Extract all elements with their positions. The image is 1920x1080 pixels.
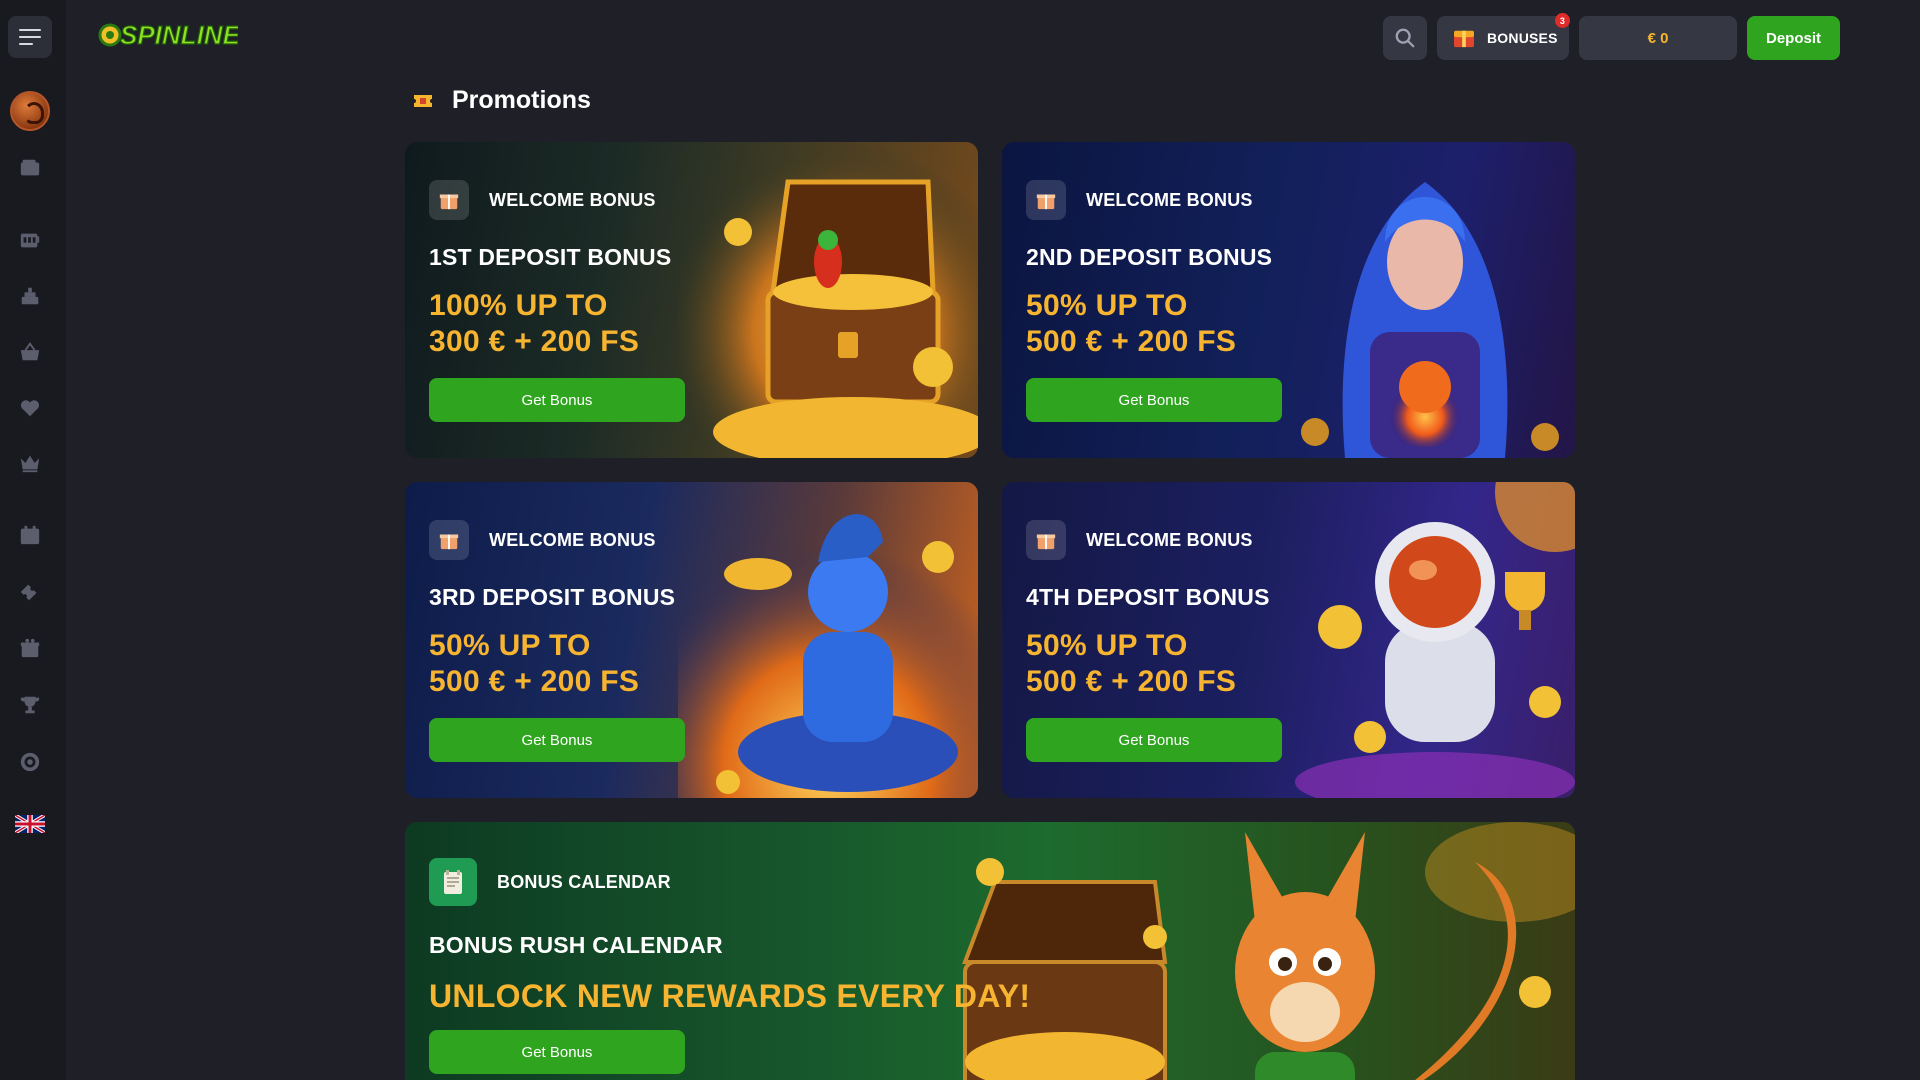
tag-label: WELCOME BONUS	[1086, 529, 1253, 550]
astronaut-artwork	[1295, 482, 1575, 798]
tag-label: WELCOME BONUS	[489, 189, 656, 210]
squirrel-artwork	[962, 822, 1575, 1080]
get-bonus-button[interactable]: Get Bonus	[429, 718, 685, 762]
wallet-icon[interactable]	[18, 157, 42, 179]
trophy-icon[interactable]	[18, 694, 42, 716]
welcome-bonus-tag: WELCOME BONUS	[1026, 520, 1253, 560]
card-offer: 50% UP TO 500 € + 200 FS	[1026, 628, 1236, 700]
welcome-bonus-tag: WELCOME BONUS	[429, 180, 656, 220]
gift-icon	[1026, 180, 1066, 220]
bonuses-button[interactable]: BONUSES 3	[1437, 13, 1570, 60]
search-button[interactable]	[1383, 16, 1427, 60]
promo-card-1st-deposit: WELCOME BONUS 1ST DEPOSIT BONUS 100% UP …	[405, 142, 978, 458]
bonuses-label: BONUSES	[1487, 30, 1558, 46]
gift-box-icon[interactable]	[18, 637, 42, 659]
promo-card-4th-deposit: WELCOME BONUS 4TH DEPOSIT BONUS 50% UP T…	[1002, 482, 1575, 798]
gift-icon	[1026, 520, 1066, 560]
target-icon[interactable]	[18, 751, 42, 773]
hamburger-menu-button[interactable]	[8, 16, 52, 58]
card-title: 1ST DEPOSIT BONUS	[429, 244, 672, 270]
user-avatar[interactable]	[10, 91, 50, 131]
ticket-icon[interactable]	[18, 581, 42, 603]
card-offer: UNLOCK NEW REWARDS EVERY DAY!	[429, 978, 1031, 1014]
welcome-bonus-tag: WELCOME BONUS	[429, 520, 656, 560]
bonus-calendar-tag: BONUS CALENDAR	[429, 858, 671, 906]
treasure-chest-icon	[1454, 30, 1474, 48]
calendar-icon	[429, 858, 477, 906]
genie-artwork	[678, 482, 978, 798]
welcome-bonus-tag: WELCOME BONUS	[1026, 180, 1253, 220]
casino-icon[interactable]	[18, 285, 42, 307]
heart-icon[interactable]	[18, 397, 42, 419]
spinline-logo[interactable]: SPINLINE	[98, 10, 238, 56]
treasure-chest-artwork	[678, 142, 978, 458]
card-offer: 50% UP TO 500 € + 200 FS	[429, 628, 639, 700]
bonuses-count-badge: 3	[1555, 13, 1570, 28]
page-title: Promotions	[452, 86, 591, 114]
card-offer: 100% UP TO 300 € + 200 FS	[429, 288, 639, 360]
crown-icon[interactable]	[18, 452, 42, 474]
card-offer: 50% UP TO 500 € + 200 FS	[1026, 288, 1236, 360]
get-bonus-button[interactable]: Get Bonus	[429, 378, 685, 422]
bonus-calendar-card: BONUS CALENDAR BONUS RUSH CALENDAR UNLOC…	[405, 822, 1575, 1080]
uk-flag-icon[interactable]	[15, 815, 45, 833]
search-icon	[1395, 28, 1415, 48]
offer-line-2: 500 € + 200 FS	[429, 665, 640, 698]
card-title: 4TH DEPOSIT BONUS	[1026, 584, 1270, 610]
sorceress-artwork	[1301, 182, 1559, 458]
get-bonus-button[interactable]: Get Bonus	[1026, 718, 1282, 762]
offer-line-2: 500 € + 200 FS	[1026, 665, 1237, 698]
gift-icon	[429, 180, 469, 220]
promo-card-2nd-deposit: WELCOME BONUS 2ND DEPOSIT BONUS 50% UP T…	[1002, 142, 1575, 458]
sidebar	[0, 0, 66, 1080]
promo-card-3rd-deposit: WELCOME BONUS 3RD DEPOSIT BONUS 50% UP T…	[405, 482, 978, 798]
tag-label: BONUS CALENDAR	[497, 871, 671, 892]
promotions-header: Promotions	[414, 86, 591, 115]
balance-display[interactable]: € 0	[1579, 16, 1737, 60]
ticket-icon	[414, 94, 432, 107]
deposit-button[interactable]: Deposit	[1747, 16, 1840, 60]
offer-line-2: 500 € + 200 FS	[1026, 325, 1237, 358]
gift-icon	[429, 520, 469, 560]
get-bonus-button[interactable]: Get Bonus	[1026, 378, 1282, 422]
basket-icon[interactable]	[18, 341, 42, 363]
svg-text:SPINLINE: SPINLINE	[120, 20, 238, 50]
get-bonus-button[interactable]: Get Bonus	[429, 1030, 685, 1074]
card-title: 2ND DEPOSIT BONUS	[1026, 244, 1273, 270]
calendar-icon[interactable]	[18, 524, 42, 546]
card-title: 3RD DEPOSIT BONUS	[429, 584, 676, 610]
card-title: BONUS RUSH CALENDAR	[429, 932, 723, 958]
offer-line-1: 50% UP TO	[429, 629, 591, 662]
offer-line-1: 50% UP TO	[1026, 629, 1188, 662]
offer-line-2: 300 € + 200 FS	[429, 325, 640, 358]
offer-line-1: 100% UP TO	[429, 289, 608, 322]
slots-icon[interactable]	[18, 229, 42, 251]
tag-label: WELCOME BONUS	[1086, 189, 1253, 210]
tag-label: WELCOME BONUS	[489, 529, 656, 550]
offer-line-1: 50% UP TO	[1026, 289, 1188, 322]
